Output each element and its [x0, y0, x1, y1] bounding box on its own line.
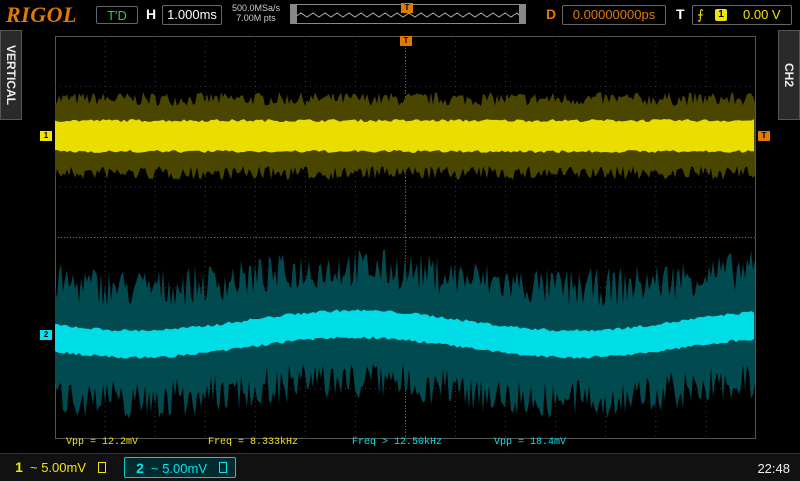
ch1-level-marker[interactable]: 1: [40, 131, 52, 141]
timebase-value[interactable]: 1.000ms: [162, 5, 222, 25]
ch2-scale: ~ 5.00mV: [151, 461, 208, 476]
trigger-position-marker[interactable]: T: [401, 3, 413, 13]
run-state-indicator[interactable]: T'D: [96, 6, 138, 24]
measurement-ch2-freq: Freq > 12.50kHz: [352, 437, 443, 448]
bandwidth-limit-icon: [219, 462, 227, 473]
memory-overview[interactable]: T: [290, 3, 526, 24]
trigger-time-marker[interactable]: T: [400, 36, 412, 46]
trigger-label: T: [676, 6, 685, 22]
ch2-number: 2: [136, 460, 144, 476]
measurement-ch1-vpp: Vpp = 12.2mV: [66, 437, 139, 448]
memory-depth: 7.00M pts: [236, 13, 276, 23]
system-clock: 22:48: [757, 461, 790, 476]
trigger-source-badge: 1: [715, 9, 727, 21]
trigger-level-marker[interactable]: T: [758, 131, 770, 141]
measurement-ch1-freq: Freq = 8.333kHz: [208, 437, 299, 448]
rising-edge-icon: ⨍: [697, 7, 704, 22]
ch1-trace: [55, 119, 754, 153]
delay-value[interactable]: 0.00000000ps: [562, 5, 666, 25]
vertical-tab-label: VERTICAL: [4, 45, 18, 105]
acquisition-info: 500.0MSa/s 7.00M pts: [226, 3, 286, 23]
ch1-scale: ~ 5.00mV: [30, 460, 87, 475]
measurement-ch2-vpp: Vpp = 18.4mV: [494, 437, 567, 448]
ch1-number: 1: [15, 459, 23, 475]
bandwidth-limit-icon: [98, 462, 106, 473]
horizontal-label: H: [146, 6, 157, 22]
delay-label: D: [546, 6, 557, 22]
vertical-menu-tab[interactable]: VERTICAL: [0, 30, 22, 120]
ch2-level-marker[interactable]: 2: [40, 330, 52, 340]
ch2-settings[interactable]: 2 ~ 5.00mV: [124, 457, 236, 478]
rigol-logo: RIGOL: [6, 2, 77, 27]
sample-rate: 500.0MSa/s: [231, 3, 281, 13]
trigger-level: 0.00 V: [743, 7, 781, 22]
trigger-settings[interactable]: ⨍ 1 0.00 V: [692, 5, 792, 25]
ch1-settings[interactable]: 1 ~ 5.00mV: [4, 457, 116, 478]
ch2-tab-label: CH2: [782, 62, 796, 88]
status-bar: RIGOL T'D H 1.000ms 500.0MSa/s 7.00M pts…: [0, 0, 800, 30]
ch2-menu-tab[interactable]: CH2: [778, 30, 800, 120]
channel-bar: 1 ~ 5.00mV 2 ~ 5.00mV 22:48: [0, 453, 800, 481]
waveform-canvas: [55, 36, 756, 439]
waveform-display[interactable]: [55, 36, 756, 439]
